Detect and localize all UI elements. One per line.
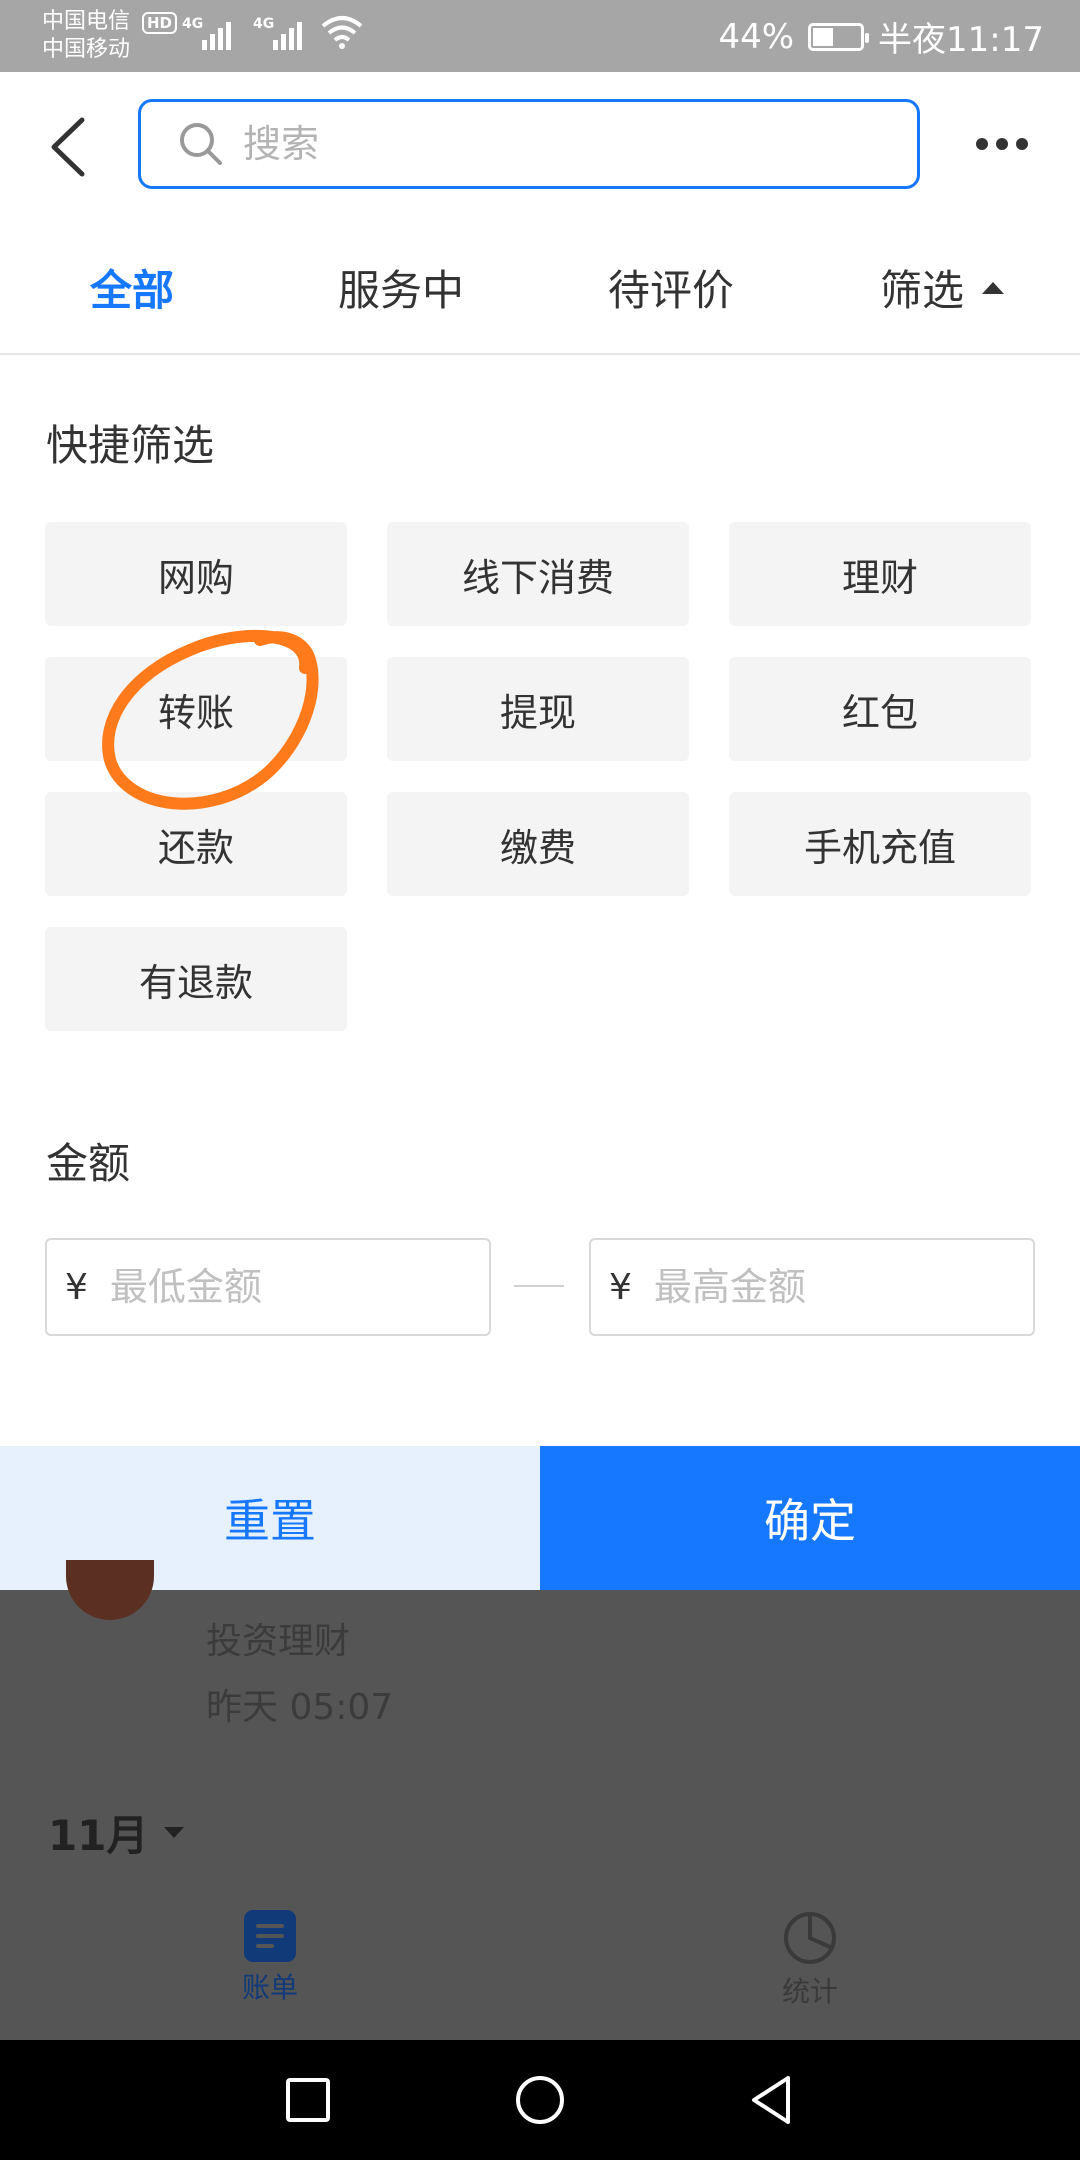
- currency-symbol-2: ¥: [609, 1266, 632, 1308]
- min-amount-input[interactable]: [109, 1265, 470, 1309]
- max-amount-field[interactable]: ¥: [589, 1238, 1035, 1336]
- quick-filter-title: 快捷筛选: [46, 421, 215, 470]
- pie-chart-icon: [784, 1912, 836, 1964]
- month-label: 11月: [48, 1811, 149, 1860]
- search-input[interactable]: [243, 122, 803, 166]
- system-nav-bar: [0, 2040, 1080, 2160]
- tab-filter-label: 筛选: [880, 266, 965, 315]
- min-amount-field[interactable]: ¥: [45, 1238, 491, 1336]
- status-right: 44% 半夜11:17: [718, 12, 1044, 61]
- amount-title: 金额: [46, 1139, 131, 1188]
- confirm-button[interactable]: 确定: [540, 1446, 1080, 1590]
- wifi-icon: [321, 16, 363, 49]
- filter-chip-withdraw[interactable]: 提现: [387, 657, 689, 761]
- back-arrow-icon[interactable]: [40, 112, 100, 182]
- back-icon[interactable]: [742, 2070, 802, 2130]
- bottom-nav: 账单 统计: [0, 1890, 1080, 2040]
- tab-to-review[interactable]: 待评价: [608, 257, 734, 318]
- battery-percent: 44%: [718, 16, 795, 57]
- battery-icon: [808, 22, 870, 51]
- month-selector: 11月: [48, 1802, 185, 1863]
- tab-all[interactable]: 全部: [90, 257, 174, 318]
- header: [0, 72, 1080, 217]
- filter-chip-bill-payment[interactable]: 缴费: [387, 792, 689, 896]
- nav-stats: 统计: [730, 1910, 890, 2010]
- signal-icon: 4G: [182, 14, 231, 50]
- nav-bill: 账单: [190, 1910, 350, 2006]
- filter-chip-online-shopping[interactable]: 网购: [45, 522, 347, 626]
- range-separator: [514, 1285, 564, 1287]
- caret-down-icon: [164, 1827, 185, 1838]
- filter-chip-transfer[interactable]: 转账: [45, 657, 347, 761]
- search-icon: [180, 123, 222, 165]
- filter-chip-wealth-management[interactable]: 理财: [729, 522, 1031, 626]
- filter-chip-refunded[interactable]: 有退款: [45, 927, 347, 1031]
- transaction-category: 投资理财: [206, 1621, 351, 1662]
- filter-chip-phone-topup[interactable]: 手机充值: [729, 792, 1031, 896]
- filter-chip-offline-spending[interactable]: 线下消费: [387, 522, 689, 626]
- nav-stats-label: 统计: [781, 1975, 838, 2008]
- nav-bill-label: 账单: [241, 1971, 298, 2004]
- home-icon[interactable]: [510, 2070, 570, 2130]
- tab-bar: 全部 服务中 待评价 筛选: [0, 217, 1080, 355]
- max-amount-input[interactable]: [653, 1265, 1014, 1309]
- transaction-time: 昨天 05:07: [206, 1687, 394, 1728]
- carrier-2: 中国移动: [42, 37, 131, 62]
- avatar: [66, 1560, 154, 1620]
- status-bar: 中国电信 中国移动 HD 4G 4G 44% 半夜11:17: [0, 0, 1080, 72]
- dimmed-overlay[interactable]: 投资理财 昨天 05:07 11月 账单 统计: [0, 1560, 1080, 2040]
- filter-chip-repayment[interactable]: 还款: [45, 792, 347, 896]
- hd-badge: HD: [142, 12, 178, 34]
- signal-icons: 4G 4G: [182, 14, 364, 50]
- recent-apps-icon[interactable]: [278, 2070, 338, 2130]
- currency-symbol: ¥: [65, 1266, 88, 1308]
- carrier-1: 中国电信: [42, 9, 131, 34]
- more-icon[interactable]: [976, 134, 1040, 154]
- tab-in-service[interactable]: 服务中: [338, 257, 464, 318]
- signal-icon-2: 4G: [253, 14, 302, 50]
- tab-filter[interactable]: 筛选: [880, 257, 1005, 318]
- caret-up-icon: [982, 281, 1005, 294]
- search-bar[interactable]: [138, 99, 920, 189]
- bill-icon: [244, 1910, 296, 1962]
- clock: 半夜11:17: [878, 20, 1044, 60]
- filter-chip-red-packet[interactable]: 红包: [729, 657, 1031, 761]
- carrier-names: 中国电信 中国移动: [42, 8, 130, 64]
